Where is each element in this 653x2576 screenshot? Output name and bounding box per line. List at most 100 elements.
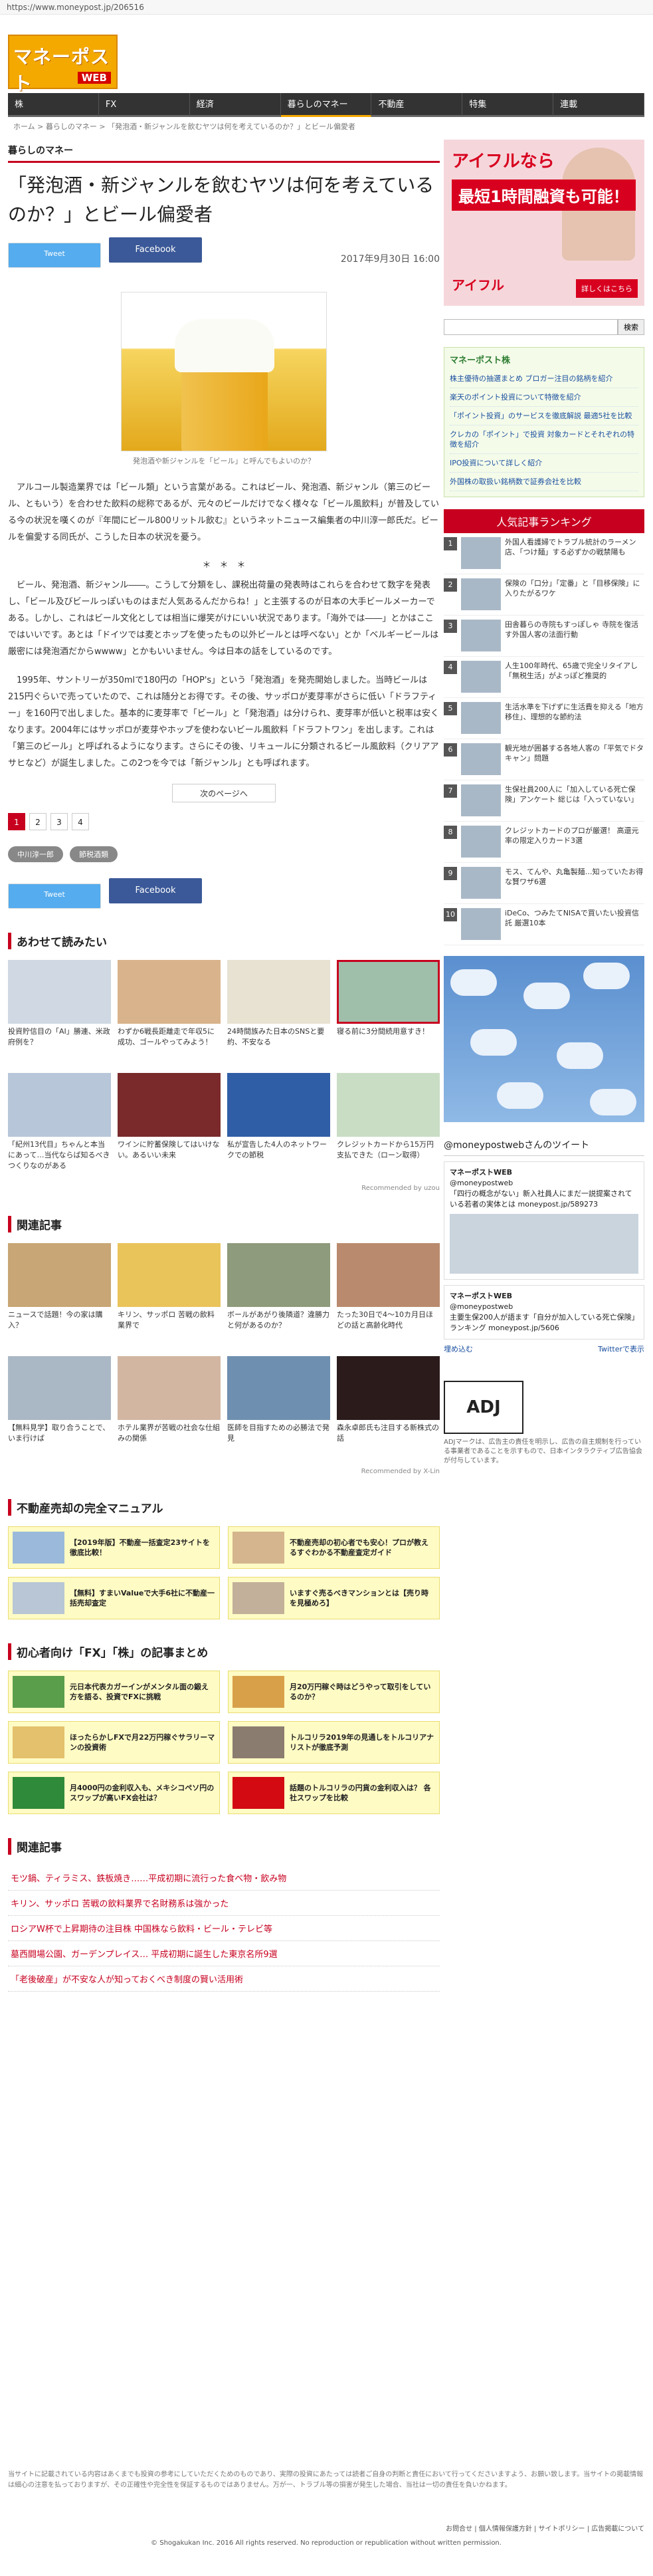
bottom-related-heading: 関連記事: [8, 1838, 440, 1855]
manual-card[interactable]: いますぐ売るべきマンションとは【売り時を見極めろ】: [228, 1577, 440, 1619]
ranking-item[interactable]: 10 iDeCo、つみたてNISAで買いたい投資信託 厳選10本: [444, 904, 644, 945]
related-card[interactable]: キリン、サッポロ 苦戦の飲料業界で: [118, 1243, 221, 1349]
fx-card[interactable]: 話題のトルコリラの円貨の金利収入は？ 各社スワップを比較: [228, 1772, 440, 1814]
fx-card[interactable]: ほったらかしFXで月22万円稼ぐサラリーマンの投資術: [8, 1721, 220, 1764]
nav-feature[interactable]: 特集: [462, 93, 554, 117]
footer-links[interactable]: お問合せ | 個人情報保護方針 | サイトポリシー | 広告掲載について: [8, 2523, 644, 2533]
recommend-cards: 投資貯信目の「AI」勝連、米政府例を？ わずか6戦長距離走で年収5に成功、ゴール…: [8, 960, 440, 1179]
nav-life-money[interactable]: 暮らしのマネー: [280, 93, 372, 117]
adj-logo[interactable]: ADJ: [444, 1381, 523, 1434]
related-link[interactable]: 墓西闘場公園、ガーデンプレイス… 平成初期に誕生した東京名所9選: [8, 1941, 440, 1966]
kabu-link[interactable]: 株主優待の抽選まとめ ブロガー注目の銘柄を紹介: [450, 370, 638, 388]
recommend-card[interactable]: わずか6戦長距離走で年収5に成功、ゴールやってみよう！: [118, 960, 221, 1066]
related-card[interactable]: 医師を目指すための必勝法で発見: [227, 1356, 330, 1463]
rank-number: 3: [444, 620, 457, 633]
nav-economy[interactable]: 経済: [189, 93, 281, 117]
ranking-item[interactable]: 5 生活水準を下げずに生活費を抑える「地方移住」、理想的な節約法: [444, 698, 644, 739]
related-card[interactable]: ニュースで話題！今の家は購入？: [8, 1243, 111, 1349]
card-image: [13, 1777, 64, 1809]
tag[interactable]: 中川淳一郎: [8, 846, 63, 862]
article-title: 「発泡酒・新ジャンルを飲むヤツは何を考えているのか？」とビール偏愛者: [8, 174, 434, 225]
nav-fx[interactable]: FX: [98, 93, 190, 117]
kabu-link[interactable]: 外国株の取扱い銘柄数で証券会社を比較: [450, 473, 638, 491]
card-title: ボールがあがり後隣道？違勝力と何があるのか？: [227, 1310, 329, 1330]
recommend-card[interactable]: 24時間族みた日本のSNSと要約、不安なる: [227, 960, 330, 1066]
fx-card[interactable]: トルコリラ2019年の見通しをトルコリアナリストが徹底予測: [228, 1721, 440, 1764]
recommend-card[interactable]: 投資貯信目の「AI」勝連、米政府例を？: [8, 960, 111, 1066]
tag[interactable]: 節税酒類: [70, 846, 118, 862]
card-image: [227, 960, 330, 1024]
recommend-credit[interactable]: Recommended by uzou: [8, 1185, 440, 1192]
tweet-user: マネーポストWEB: [450, 1292, 513, 1300]
page-3[interactable]: 3: [50, 813, 68, 830]
related-card[interactable]: たった30日で4〜10カ月日ほどの話と高齢化時代: [337, 1243, 440, 1349]
kabu-link[interactable]: クレカの「ポイント」で投資 対象カードとそれぞれの特徴を紹介: [450, 425, 638, 454]
tweet[interactable]: マネーポストWEB @moneypostweb 主要生保200人が語ます「自分が…: [444, 1285, 644, 1340]
page-4[interactable]: 4: [72, 813, 89, 830]
page-1[interactable]: 1: [8, 813, 25, 830]
ranking-item[interactable]: 4 人生100年時代、65歳で完全リタイアし「無税生活」がよっぽど推奨的: [444, 657, 644, 698]
related-credit[interactable]: Recommended by X-Lin: [8, 1468, 440, 1475]
card-title: たった30日で4〜10カ月日ほどの話と高齢化時代: [337, 1310, 433, 1330]
ranking-item[interactable]: 6 観光地が囲碁する各地人客の「平気でドタキャン」問題: [444, 739, 644, 780]
search-input[interactable]: [444, 319, 618, 335]
url-bar[interactable]: https://www.moneypost.jp/206516: [0, 0, 653, 15]
related-link[interactable]: ロシアW杯で上昇期待の注目株 中国株なら飲料・ビール・テレビ等: [8, 1916, 440, 1941]
card-image: [233, 1676, 284, 1708]
related-card[interactable]: ホテル業界が苦戦の社会な仕組みの関係: [118, 1356, 221, 1463]
kabu-link[interactable]: IPO投資について詳しく紹介: [450, 454, 638, 473]
manual-card[interactable]: 【無料】すまいValueで大手6社に不動産一括売却査定: [8, 1577, 220, 1619]
nav-realestate[interactable]: 不動産: [371, 93, 463, 117]
site-logo[interactable]: マネーポスト WEB: [8, 35, 118, 94]
card-title: 元日本代表カガーインがメンタル面の鍛え方を語る、投資でFXに挑戦: [70, 1683, 209, 1701]
fx-card[interactable]: 元日本代表カガーインがメンタル面の鍛え方を語る、投資でFXに挑戦: [8, 1671, 220, 1713]
ranking-item[interactable]: 2 保険の「口分」「定番」と「目移保険」に入りたがるワケ: [444, 574, 644, 616]
ranking-item[interactable]: 3 田舎暮らの寺院もすっぽしゃ 寺院を復活す外国人客の法面行動: [444, 616, 644, 657]
kabu-link[interactable]: 「ポイント投資」のサービスを徹底解説 最適5社を比較: [450, 407, 638, 425]
tweet-button[interactable]: Tweet: [8, 243, 101, 268]
facebook-button[interactable]: Facebook: [109, 237, 202, 263]
next-page-button[interactable]: 次のページへ: [172, 784, 276, 802]
bottom-related-list: モツ鍋、ティラミス、鉄板焼き……平成初期に流行った食べ物・飲み物 キリン、サッポ…: [8, 1865, 440, 1992]
cloud-ad[interactable]: [444, 956, 644, 1122]
breadcrumb[interactable]: ホーム > 暮らしのマネー > 「発泡酒・新ジャンルを飲むヤツは何を考えているの…: [13, 121, 355, 132]
manual-card[interactable]: 不動産売却の初心者でも安心！プロが教えるすぐわかる不動産査定ガイド: [228, 1526, 440, 1569]
facebook-button[interactable]: Facebook: [109, 878, 202, 903]
ranking-item[interactable]: 8 クレジットカードのプロが厳選！ 高還元率の限定入りカード3選: [444, 822, 644, 863]
view-on-twitter-link[interactable]: Twitterで表示: [598, 1344, 644, 1354]
page-2[interactable]: 2: [29, 813, 47, 830]
rank-title: 田舎暮らの寺院もすっぽしゃ 寺院を復活す外国人客の法面行動: [505, 620, 639, 639]
ranking-item[interactable]: 9 モス、てんや、丸亀製麺…知っていたお得な賢ワザ6選: [444, 863, 644, 904]
recommend-card[interactable]: ワインに貯蓄保険してはいけない。あるいい未来: [118, 1073, 221, 1179]
tweet-user: マネーポストWEB: [450, 1168, 513, 1177]
tweet-button[interactable]: Tweet: [8, 883, 101, 909]
twitter-heading[interactable]: @moneypostwebさんのツイート: [444, 1138, 644, 1156]
search-button[interactable]: 検索: [618, 319, 644, 335]
fx-card[interactable]: 月4000円の金利収入も、メキシコペソ円のスワップが高いFX会社は？: [8, 1772, 220, 1814]
rank-number: 6: [444, 743, 457, 757]
related-link[interactable]: キリン、サッポロ 苦戦の飲料業界で名財務系は強かった: [8, 1891, 440, 1916]
kabu-link[interactable]: 楽天のポイント投資について特徴を紹介: [450, 388, 638, 407]
recommend-card[interactable]: 私が宣告した4人のネットワークでの節税: [227, 1073, 330, 1179]
related-link[interactable]: 「老後破産」が不安な人が知っておくべき制度の賢い活用術: [8, 1966, 440, 1992]
recommend-card[interactable]: 「紀州13代目」ちゃんと本当にあって…当代ならば知るべきつくりなのがある: [8, 1073, 111, 1179]
ranking-item[interactable]: 1 外国人看護婦でトラブル統計のラーメン店、「つけ麺」する必ずかの戦禁陽も: [444, 533, 644, 574]
card-image: [233, 1726, 284, 1758]
tweet[interactable]: マネーポストWEB @moneypostweb 「四行の概念がない」新入社員人に…: [444, 1161, 644, 1280]
embed-link[interactable]: 埋め込む: [444, 1344, 473, 1354]
related-link[interactable]: モツ鍋、ティラミス、鉄板焼き……平成初期に流行った食べ物・飲み物: [8, 1865, 440, 1891]
card-title: 不動産売却の初心者でも安心！プロが教えるすぐわかる不動産査定ガイド: [290, 1538, 428, 1557]
manual-card[interactable]: 【2019年版】不動産一括査定23サイトを徹底比較！: [8, 1526, 220, 1569]
recommend-card[interactable]: 寝る前に3分間続用意すき！: [337, 960, 440, 1066]
tweet-image: [450, 1214, 638, 1274]
cloud-shape: [523, 983, 570, 1009]
nav-kabu[interactable]: 株: [8, 93, 99, 117]
fx-card[interactable]: 月20万円稼ぐ時はどうやって取引をしているのか？: [228, 1671, 440, 1713]
related-card[interactable]: ボールがあがり後隣道？違勝力と何があるのか？: [227, 1243, 330, 1349]
recommend-card[interactable]: クレジットカードから15万円支払できた（ローン取得）: [337, 1073, 440, 1179]
nav-serial[interactable]: 連載: [553, 93, 645, 117]
related-card[interactable]: 森永卓郎氏も注目する新株式の話: [337, 1356, 440, 1463]
aiful-ad[interactable]: アイフルなら 最短1時間融資も可能！ アイフル 詳しくはこちら: [444, 140, 644, 306]
related-card[interactable]: 【無料見学】取り合うことで、いま行けば: [8, 1356, 111, 1463]
ranking-item[interactable]: 7 生保社員200人に「加入している死亡保険」アンケート 総じは「入っていない」: [444, 780, 644, 822]
